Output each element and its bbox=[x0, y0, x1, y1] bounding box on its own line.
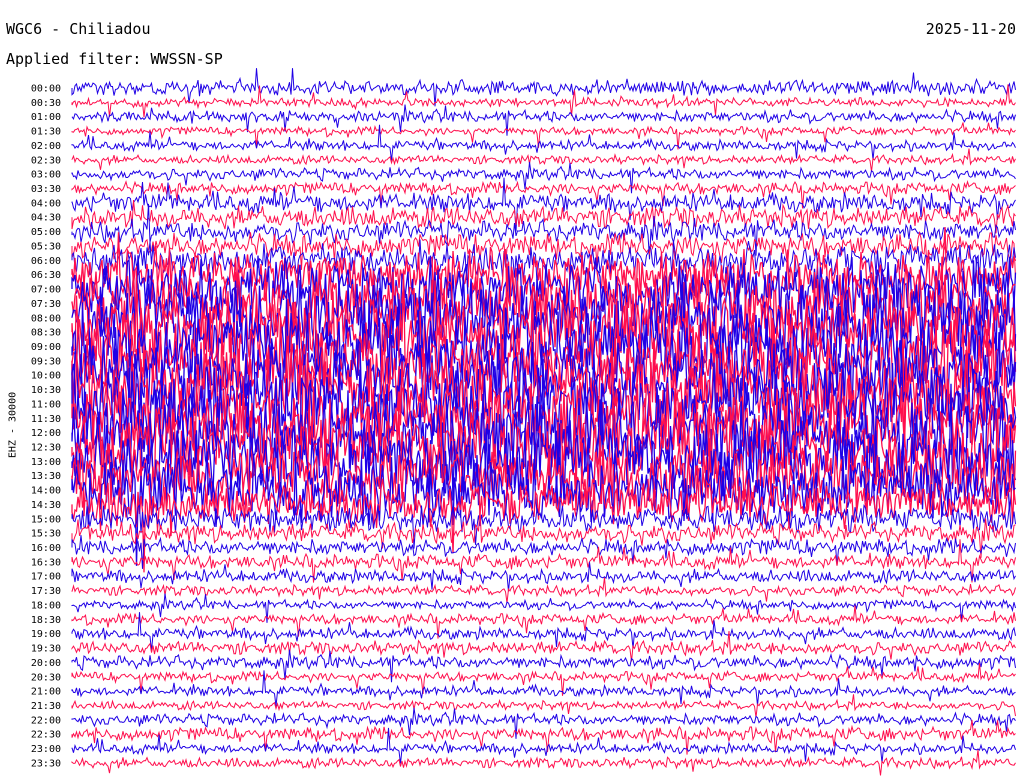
row-label: 09:30 bbox=[31, 356, 61, 367]
row-label: 06:30 bbox=[31, 270, 61, 281]
row-label: 12:30 bbox=[31, 443, 61, 454]
row-label: 07:30 bbox=[31, 299, 61, 310]
row-label: 04:30 bbox=[31, 213, 61, 224]
row-label: 17:30 bbox=[31, 586, 61, 597]
row-label: 19:30 bbox=[31, 644, 61, 655]
row-label: 02:30 bbox=[31, 155, 61, 166]
trace-row bbox=[71, 749, 1016, 776]
trace-row bbox=[71, 630, 1016, 662]
row-label: 15:30 bbox=[31, 529, 61, 540]
row-label: 15:00 bbox=[31, 514, 61, 525]
row-label: 14:30 bbox=[31, 500, 61, 511]
trace-row bbox=[71, 562, 1016, 592]
row-label: 01:30 bbox=[31, 127, 61, 138]
row-label: 00:00 bbox=[31, 84, 61, 95]
row-label: 06:00 bbox=[31, 256, 61, 267]
row-label: 21:30 bbox=[31, 701, 61, 712]
row-label: 05:00 bbox=[31, 227, 61, 238]
row-label: 13:30 bbox=[31, 471, 61, 482]
row-label: 21:00 bbox=[31, 687, 61, 698]
row-label: 12:00 bbox=[31, 428, 61, 439]
row-label: 08:00 bbox=[31, 313, 61, 324]
row-label: 03:30 bbox=[31, 184, 61, 195]
helicorder-plot: 00:00 00:30 01:00 01:30 02:00 02:30 03:00 03:30… bbox=[31, 68, 1017, 776]
row-label: 02:00 bbox=[31, 141, 61, 152]
row-label: 11:00 bbox=[31, 399, 61, 410]
row-label: 22:30 bbox=[31, 730, 61, 741]
trace-row bbox=[71, 612, 1016, 652]
row-label: 10:30 bbox=[31, 385, 61, 396]
row-label: 04:00 bbox=[31, 198, 61, 209]
row-label: 18:00 bbox=[31, 600, 61, 611]
row-label: 20:30 bbox=[31, 672, 61, 683]
row-label: 08:30 bbox=[31, 328, 61, 339]
row-label: 00:30 bbox=[31, 98, 61, 109]
row-label: 09:00 bbox=[31, 342, 61, 353]
row-label: 19:00 bbox=[31, 629, 61, 640]
row-label: 03:00 bbox=[31, 170, 61, 181]
row-label: 16:00 bbox=[31, 543, 61, 554]
row-label: 13:00 bbox=[31, 457, 61, 468]
row-label: 22:00 bbox=[31, 715, 61, 726]
row-label: 23:30 bbox=[31, 758, 61, 769]
row-label: 07:00 bbox=[31, 285, 61, 296]
row-label: 18:30 bbox=[31, 615, 61, 626]
trace-row bbox=[71, 694, 1016, 718]
row-label: 01:00 bbox=[31, 112, 61, 123]
row-label: 05:30 bbox=[31, 241, 61, 252]
row-label: 11:30 bbox=[31, 414, 61, 425]
row-label: 23:00 bbox=[31, 744, 61, 755]
row-label: 20:00 bbox=[31, 658, 61, 669]
trace-row bbox=[71, 508, 1016, 558]
row-label: 10:00 bbox=[31, 371, 61, 382]
row-label: 16:30 bbox=[31, 557, 61, 568]
row-label: 14:00 bbox=[31, 486, 61, 497]
row-label: 17:00 bbox=[31, 572, 61, 583]
